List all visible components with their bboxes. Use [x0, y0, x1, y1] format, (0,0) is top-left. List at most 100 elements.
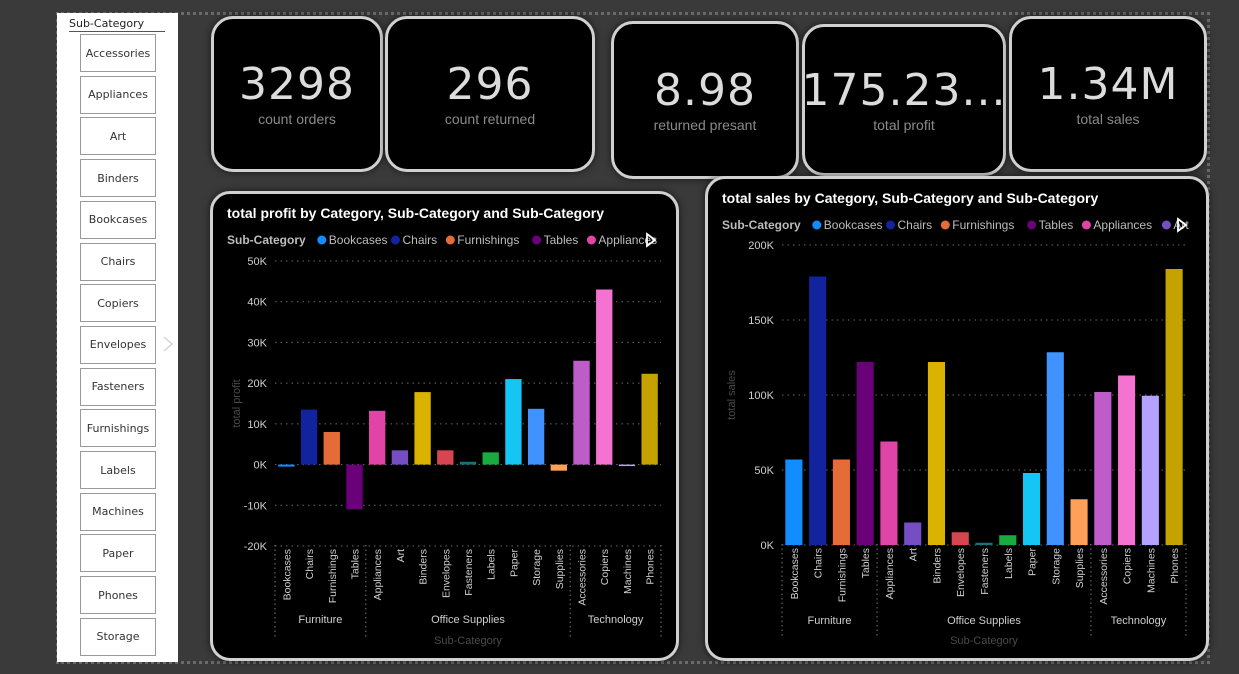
x-tick-label: Furnishings — [836, 548, 848, 602]
slicer-item-phones[interactable]: Phones — [80, 576, 156, 615]
y-tick-label: 150K — [748, 315, 774, 327]
group-label: Furniture — [298, 614, 342, 626]
bar-art — [391, 450, 409, 465]
bar-labels — [482, 452, 499, 465]
kpi-label: count returned — [444, 111, 536, 127]
slicer-item-labels[interactable]: Labels — [80, 451, 156, 489]
bar-accessories — [1094, 392, 1112, 545]
bar-labels — [999, 535, 1017, 545]
x-tick-label: Tables — [349, 549, 361, 579]
bar-fasteners — [459, 461, 477, 465]
x-tick-label: Bookcases — [789, 548, 801, 599]
y-tick-label: -20K — [244, 541, 268, 553]
legend-item: Bookcases — [824, 218, 883, 232]
y-tick-label: 0K — [761, 540, 775, 552]
bar-machines — [1141, 395, 1159, 545]
x-axis-title: Sub-Category — [434, 635, 502, 647]
y-tick-label: 100K — [748, 390, 774, 402]
legend-item: Tables — [544, 233, 579, 247]
group-label: Office Supplies — [431, 614, 505, 626]
kpi-value: 175.23... — [801, 65, 1007, 116]
x-tick-label: Storage — [1050, 548, 1062, 585]
chart-title: total sales by Category, Sub-Category an… — [722, 190, 1098, 206]
legend-marker — [586, 235, 596, 245]
x-tick-label: Chairs — [813, 548, 825, 578]
slicer-item-fasteners[interactable]: Fasteners — [80, 367, 156, 406]
x-tick-label: Fasteners — [979, 548, 991, 595]
kpi-label: returned presant — [653, 117, 757, 133]
bar-phones — [1165, 269, 1183, 545]
x-tick-label: Envelopes — [955, 548, 967, 597]
slicer-item-chairs[interactable]: Chairs — [80, 242, 156, 281]
legend-marker — [391, 235, 400, 245]
x-tick-label: Copiers — [599, 549, 611, 585]
slicer-item-bookcases[interactable]: Bookcases — [80, 200, 156, 239]
x-tick-label: Tables — [860, 548, 872, 578]
y-axis-title: total profit — [231, 379, 243, 427]
bar-envelopes — [437, 450, 454, 465]
group-label: Technology — [1111, 615, 1167, 627]
slicer-item-furnishings[interactable]: Furnishings — [80, 409, 156, 448]
slicer-item-art[interactable]: Art — [80, 117, 156, 156]
x-tick-label: Art — [908, 548, 920, 562]
y-tick-label: 10K — [247, 419, 267, 431]
bar-binders — [414, 392, 431, 465]
x-tick-label: Paper — [508, 549, 520, 578]
bar-paper — [505, 379, 522, 465]
kpi-card-total-sales: 1.34M total sales — [1009, 16, 1207, 172]
x-tick-label: Supplies — [1074, 548, 1086, 588]
x-tick-label: Labels — [486, 549, 498, 580]
bar-furnishings — [323, 432, 340, 465]
x-tick-label: Storage — [531, 549, 543, 586]
legend-title: Sub-Category — [227, 233, 306, 247]
bar-binders — [927, 362, 946, 545]
bar-phones — [641, 373, 658, 465]
kpi-value: 1.34M — [1037, 59, 1179, 110]
slicer-item-accessories[interactable]: Accessories — [80, 34, 156, 72]
bar-tables — [346, 464, 363, 510]
profit-bar-chart: total profit by Category, Sub-Category a… — [227, 205, 662, 647]
bar-storage — [1046, 352, 1064, 545]
profit-chart-panel[interactable]: total profit by Category, Sub-Category a… — [210, 191, 679, 661]
slicer-item-binders[interactable]: Binders — [80, 159, 156, 198]
x-tick-label: Machines — [622, 549, 634, 594]
y-tick-label: -10K — [244, 500, 268, 512]
x-tick-label: Binders — [931, 548, 943, 584]
bar-appliances — [880, 441, 898, 545]
bar-furnishings — [832, 459, 850, 545]
kpi-label: count orders — [258, 111, 336, 127]
legend-item: Chairs — [898, 218, 933, 232]
bar-storage — [527, 408, 545, 465]
x-tick-label: Labels — [1003, 548, 1015, 579]
x-tick-label: Copiers — [1122, 548, 1134, 584]
slicer-item-appliances[interactable]: Appliances — [80, 75, 156, 114]
slicer-item-machines[interactable]: Machines — [80, 492, 156, 531]
x-tick-label: Furnishings — [327, 549, 339, 603]
x-tick-label: Accessories — [1098, 548, 1110, 605]
kpi-value: 3298 — [239, 59, 355, 110]
bar-supplies — [550, 464, 567, 471]
x-axis-title: Sub-Category — [950, 635, 1018, 647]
bar-copiers — [596, 289, 613, 465]
legend-marker — [1161, 220, 1171, 230]
slicer-item-storage[interactable]: Storage — [80, 617, 156, 656]
group-label: Office Supplies — [947, 615, 1021, 627]
legend-marker — [317, 235, 327, 245]
sales-chart-panel[interactable]: total sales by Category, Sub-Category an… — [705, 176, 1209, 661]
x-tick-label: Machines — [1145, 548, 1157, 593]
slicer-title: Sub-Category — [69, 17, 165, 32]
y-tick-label: 0K — [254, 460, 268, 472]
legend-item: Appliances — [1093, 218, 1152, 232]
legend-item: Tables — [1039, 218, 1074, 232]
slicer-item-envelopes[interactable]: Envelopes — [80, 325, 156, 364]
y-tick-label: 20K — [247, 378, 267, 390]
chevron-right-icon[interactable] — [160, 336, 176, 352]
slicer-item-paper[interactable]: Paper — [80, 534, 156, 573]
x-tick-label: Supplies — [554, 549, 566, 589]
y-tick-label: 50K — [754, 465, 774, 477]
bar-tables — [856, 362, 874, 545]
bar-copiers — [1118, 375, 1136, 545]
legend-item: Furnishings — [457, 233, 519, 247]
slicer-item-copiers[interactable]: Copiers — [80, 284, 156, 323]
kpi-label: total sales — [1076, 111, 1140, 127]
